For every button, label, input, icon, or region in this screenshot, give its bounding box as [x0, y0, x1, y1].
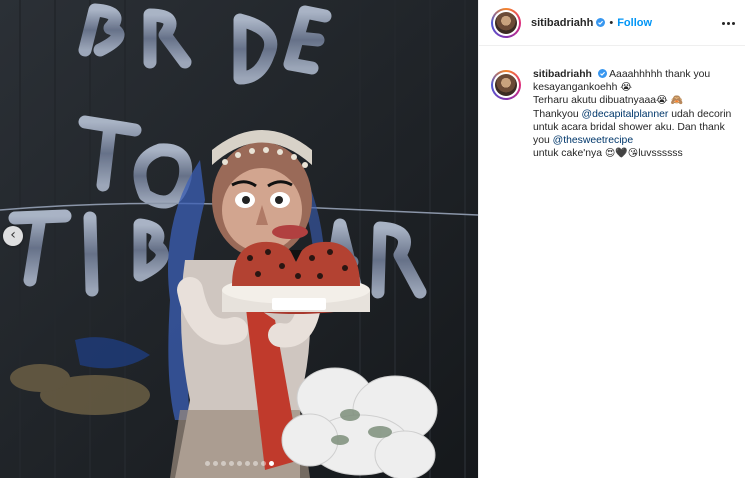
verified-badge-icon: [596, 18, 606, 27]
carousel-prev-button[interactable]: ‹: [3, 226, 23, 246]
caption-avatar[interactable]: [491, 70, 521, 100]
carousel-dot: [212, 461, 218, 466]
caption-username[interactable]: sitibadriahh: [533, 69, 592, 80]
follow-button[interactable]: Follow: [617, 17, 652, 29]
header-separator: •: [609, 16, 614, 29]
caption-line-3: Thankyou: [533, 108, 579, 120]
carousel-dot: [268, 461, 274, 466]
carousel-dot: [228, 461, 234, 466]
more-options-icon[interactable]: [720, 15, 736, 31]
chevron-left-icon: ‹: [10, 227, 16, 243]
carousel-indicator: [0, 461, 478, 467]
carousel-dot: [260, 461, 266, 466]
see-no-evil-emoji: 🙈: [670, 95, 684, 107]
black-heart-emoji: 🖤: [615, 148, 628, 160]
photo-scene: [0, 0, 478, 478]
crying-emoji: 😭: [620, 82, 632, 94]
caption-line-6: luvssssss: [638, 148, 683, 160]
caption-line-2: Terharu akutu dibuatnyaaa: [533, 95, 657, 107]
carousel-dot: [244, 461, 250, 466]
avatar[interactable]: [491, 7, 521, 38]
mention-link[interactable]: @decapitalplanner: [582, 109, 669, 120]
carousel-dot: [204, 461, 210, 466]
kiss-emoji: 😘: [627, 148, 639, 160]
heart-eyes-emoji: 😍: [604, 148, 616, 160]
caption-line-5: untuk cake'nya: [533, 148, 602, 160]
header-username[interactable]: sitibadriahh: [531, 17, 593, 29]
mention-link[interactable]: @thesweetrecipe: [553, 135, 633, 146]
post-header: sitibadriahh • Follow: [479, 0, 745, 46]
caption-text: sitibadriahh Aaaahhhhh thank you kesayan…: [533, 68, 733, 160]
carousel-dot: [236, 461, 242, 466]
caption-comment: sitibadriahh Aaaahhhhh thank you kesayan…: [491, 68, 736, 160]
verified-badge-icon: [597, 69, 607, 78]
carousel-dot: [252, 461, 258, 466]
post-side-panel: sitibadriahh • Follow sitibadriahh Aaaah…: [478, 0, 745, 478]
carousel-dot: [220, 461, 226, 466]
post-photo[interactable]: ‹: [0, 0, 478, 478]
crying-emoji: 😭: [656, 95, 668, 107]
